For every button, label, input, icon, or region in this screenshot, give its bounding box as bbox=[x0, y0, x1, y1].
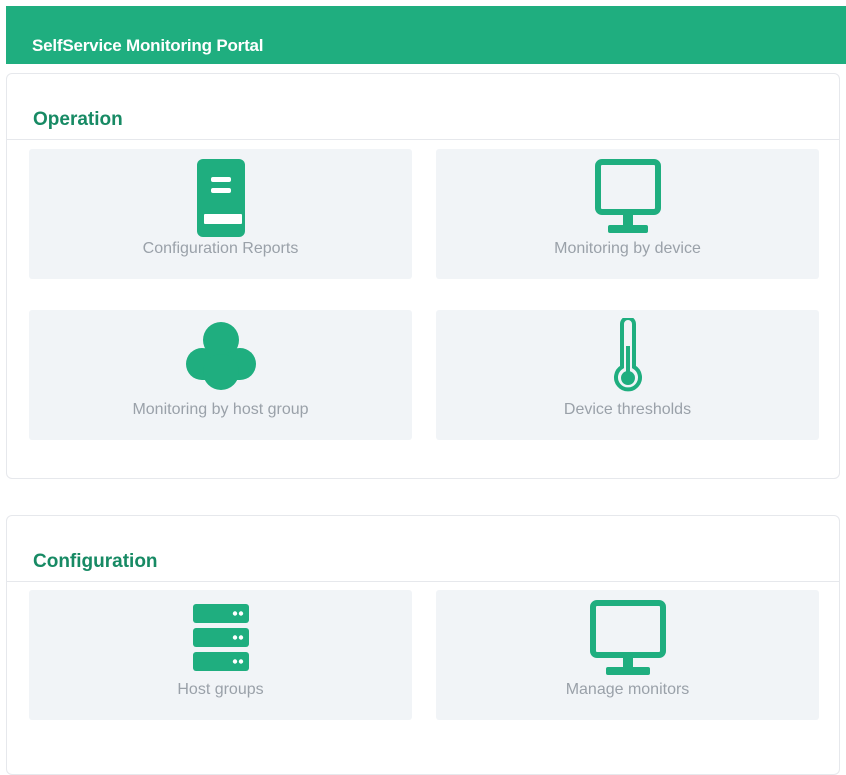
server-icon bbox=[192, 604, 249, 671]
tile-label: Host groups bbox=[177, 681, 264, 698]
section-divider bbox=[7, 139, 839, 140]
section-heading-operation: Operation bbox=[33, 109, 123, 130]
tile-label: Monitoring by host group bbox=[132, 401, 309, 418]
tile-label: Configuration Reports bbox=[142, 240, 299, 257]
tile-label: Manage monitors bbox=[565, 681, 690, 698]
book-icon bbox=[196, 159, 245, 237]
thermometer-icon bbox=[613, 318, 642, 392]
app-header: SelfService Monitoring Portal bbox=[6, 6, 846, 64]
monitor-icon bbox=[589, 600, 666, 675]
tile-configuration-reports[interactable]: Configuration Reports bbox=[29, 149, 412, 279]
section-divider bbox=[7, 581, 839, 582]
cloud-icon bbox=[185, 322, 256, 390]
section-heading-configuration: Configuration bbox=[33, 551, 158, 572]
operation-section: Operation Configuration Reports Monitori… bbox=[6, 73, 840, 479]
tile-manage-monitors[interactable]: Manage monitors bbox=[436, 590, 819, 720]
tile-monitoring-by-host-group[interactable]: Monitoring by host group bbox=[29, 310, 412, 440]
configuration-section: Configuration Host groups Manage monitor… bbox=[6, 515, 840, 775]
tile-device-thresholds[interactable]: Device thresholds bbox=[436, 310, 819, 440]
tile-host-groups[interactable]: Host groups bbox=[29, 590, 412, 720]
tile-label: Monitoring by device bbox=[554, 240, 701, 257]
monitor-icon bbox=[594, 159, 661, 233]
app-title: SelfService Monitoring Portal bbox=[32, 36, 264, 55]
tile-label: Device thresholds bbox=[563, 401, 692, 418]
tile-monitoring-by-device[interactable]: Monitoring by device bbox=[436, 149, 819, 279]
